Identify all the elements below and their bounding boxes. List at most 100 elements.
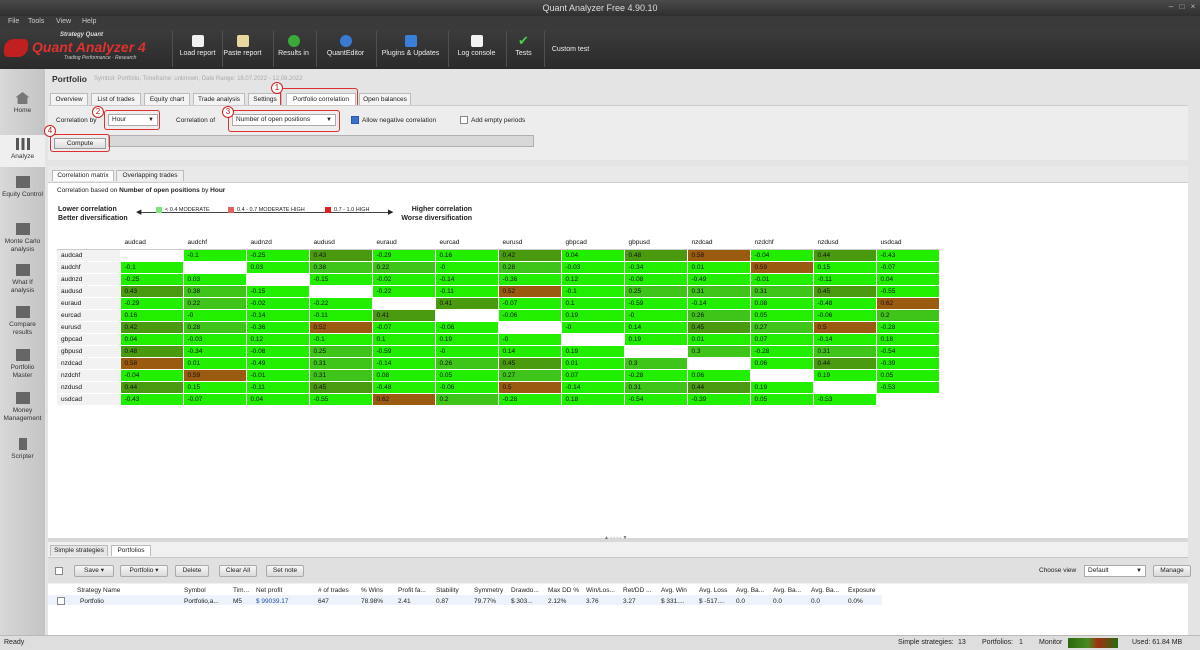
tab-settings[interactable]: Settings [248,93,282,105]
tab-overlapping-trades[interactable]: Overlapping trades [116,170,184,181]
matrix-cell: -0 [624,309,688,322]
column-header[interactable]: % Wins [361,587,383,594]
choose-view-select[interactable]: Default ▼ [1084,565,1146,577]
table-cell: $ 99039.17 [256,598,289,605]
matrix-cell: 0.31 [309,369,373,382]
matrix-cell [876,393,940,406]
log-console-button[interactable]: Log console [448,31,504,67]
tab-simple-strategies[interactable]: Simple strategies [50,545,108,556]
plugins-updates-button[interactable]: Plugins & Updates [376,31,444,67]
matrix-cell [750,369,814,382]
column-header[interactable]: Symmetry [474,587,503,594]
matrix-cell: 0.01 [183,357,247,370]
column-header[interactable]: Stability [436,587,459,594]
sidebar-item-monte-carlo[interactable]: Monte Carlo analysis [0,223,45,254]
select-all-checkbox[interactable] [55,567,63,575]
delete-button[interactable]: Delete [175,565,209,577]
matrix-cell: -0.34 [183,345,247,358]
portfolio-button[interactable]: Portfolio ▾ [120,565,168,577]
correlation-matrix: audcad audchf audnzd audusd euraud eurcad euru… [57,237,940,406]
column-header[interactable]: # of trades [318,587,349,594]
row-checkbox[interactable] [57,597,65,605]
matrix-cell: 0.01 [687,261,751,274]
bar-chart-icon [15,138,30,150]
matrix-cell: -0 [435,345,499,358]
column-header[interactable]: Avg. Loss [699,587,727,594]
matrix-cell: -0.14 [246,309,310,322]
tab-equity-chart[interactable]: Equity chart [144,93,190,105]
matrix-cell: 0.12 [561,273,625,286]
custom-test-button[interactable]: Custom test [544,31,596,67]
column-header[interactable]: Drawdo... [511,587,539,594]
column-header[interactable]: Exposure [848,587,875,594]
column-header[interactable]: Ret/DD ... [623,587,652,594]
matrix-cell: 0.04 [120,333,184,346]
arrow-left-icon: ◀ [136,209,142,216]
matrix-cell: 0.19 [750,381,814,394]
matrix-cell: -0.11 [309,309,373,322]
tab-trade-analysis[interactable]: Trade analysis [193,93,245,105]
matrix-cell: 0.48 [624,249,688,262]
results-in-button[interactable]: Results in [273,31,313,67]
tab-correlation-matrix[interactable]: Correlation matrix [52,170,114,181]
column-header[interactable]: Win/Los... [586,587,615,594]
load-report-button[interactable]: Load report [172,31,222,67]
table-row[interactable] [48,595,882,605]
paste-report-button[interactable]: Paste report [222,31,262,67]
column-header[interactable]: Symbol [184,587,206,594]
tab-portfolios[interactable]: Portfolios [111,545,151,556]
matrix-cell: -0.28 [498,393,562,406]
sidebar-item-money-management[interactable]: Money Management [0,392,45,423]
matrix-cell: -0.03 [561,261,625,274]
clear-all-button[interactable]: Clear All [219,565,257,577]
maximize-icon[interactable]: □ [1177,2,1187,12]
column-header[interactable]: Net profit [256,587,282,594]
menu-tools[interactable]: Tools [28,18,44,25]
column-header[interactable]: Avg. Ba... [811,587,839,594]
legend-moderate: < 0.4 MODERATE [165,207,210,213]
column-header[interactable]: Tim... [233,587,249,594]
save-button[interactable]: Save ▾ [74,565,114,577]
column-header[interactable]: Strategy Name [77,587,120,594]
matrix-cell: 0.06 [750,357,814,370]
matrix-cell [624,345,688,358]
matrix-cell: -0.15 [246,285,310,298]
sidebar-item-analyze[interactable]: Analyze [0,135,45,167]
sidebar-item-what-if[interactable]: What If analysis [0,264,45,295]
column-header[interactable]: Profit fa... [398,587,426,594]
column-header[interactable]: Avg. Ba... [736,587,764,594]
set-note-button[interactable]: Set note [266,565,304,577]
sidebar-item-label: Analyze [10,153,35,160]
close-icon[interactable]: × [1188,2,1198,12]
allow-negative-checkbox[interactable] [351,116,359,124]
matrix-cell: 0.01 [561,357,625,370]
menu-help[interactable]: Help [82,18,96,25]
tab-open-balances[interactable]: Open balances [359,93,411,105]
matrix-cell: 0.07 [750,333,814,346]
sidebar-item-equity-control[interactable]: Equity Control [0,176,45,199]
sidebar-item-compare[interactable]: Compare results [0,306,45,337]
compare-icon [15,306,30,318]
quanteditor-button[interactable]: QuantEditor [316,31,374,67]
column-header[interactable]: Avg. Win [661,587,687,594]
matrix-cell [687,357,751,370]
minimize-icon[interactable]: – [1166,2,1176,12]
tests-button[interactable]: ✔ Tests [506,31,540,67]
column-header: audchf [183,237,247,250]
sidebar-item-portfolio-master[interactable]: Portfolio Master [0,349,45,380]
matrix-cell: -0.25 [120,273,184,286]
tab-overview[interactable]: Overview [50,93,88,105]
menu-view[interactable]: View [56,18,71,25]
sidebar-item-scripter[interactable]: Scripter [0,438,45,461]
sidebar-item-home[interactable]: Home [0,92,45,115]
column-header[interactable]: Max DD % [548,587,579,594]
tab-list-of-trades[interactable]: List of trades [91,93,141,105]
sidebar-item-label: Monte Carlo analysis [4,238,41,253]
menu-file[interactable]: File [8,18,19,25]
add-empty-periods-checkbox[interactable] [460,116,468,124]
column-header[interactable]: Avg. Ba... [773,587,801,594]
status-ready: Ready [4,639,25,646]
table-row: nzdcad 0.58 0.01 -0.49 0.31 -0.14 0.26 0.45 0.01… [57,357,940,370]
manage-button[interactable]: Manage [1153,565,1191,577]
monitor-graph [1068,638,1118,648]
